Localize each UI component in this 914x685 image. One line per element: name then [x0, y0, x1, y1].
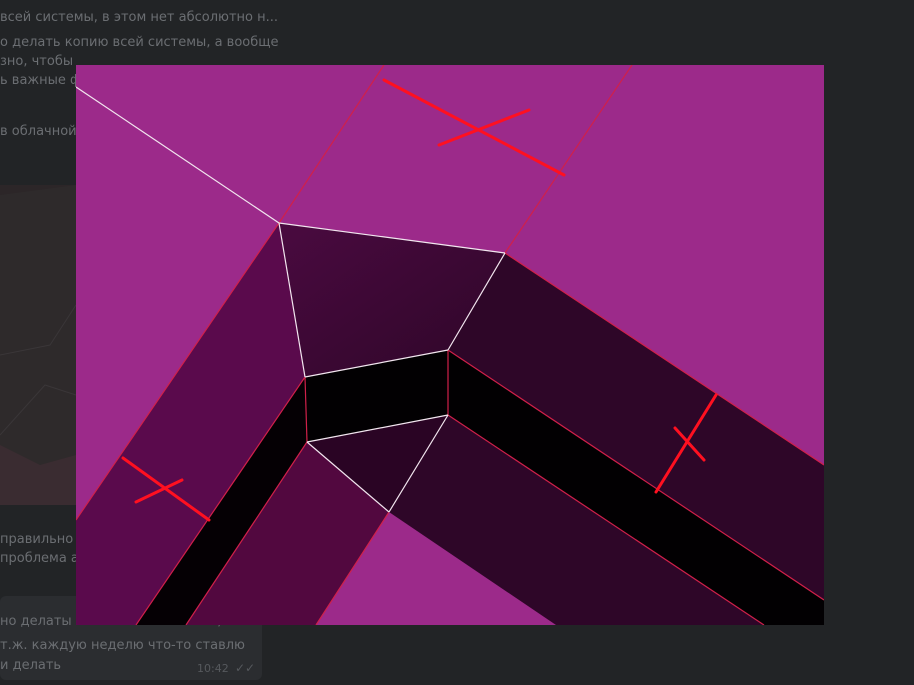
chat-message-line: всей системы, в этом нет абсолютно н... — [0, 10, 279, 25]
chat-message-line: т.ж. каждую неделю что-то ставлю — [0, 638, 245, 653]
chat-message-line: правильно с — [0, 532, 76, 547]
chat-message-line: ь важные фа — [0, 73, 76, 88]
chat-message-line: в облачной — [0, 124, 76, 139]
double-check-icon: ✓✓ — [235, 661, 256, 675]
chat-message-line: проблема ак — [0, 551, 76, 566]
mesh-render — [76, 65, 824, 625]
image-thumbnail[interactable] — [0, 185, 77, 505]
chat-message-line: зно, чтобы откатывать состояния при — [0, 54, 76, 69]
media-viewer-image[interactable] — [76, 65, 824, 625]
chat-message-line: о делать копию всей системы, а вообще — [0, 35, 279, 50]
message-timestamp: 10:42 — [197, 662, 229, 675]
